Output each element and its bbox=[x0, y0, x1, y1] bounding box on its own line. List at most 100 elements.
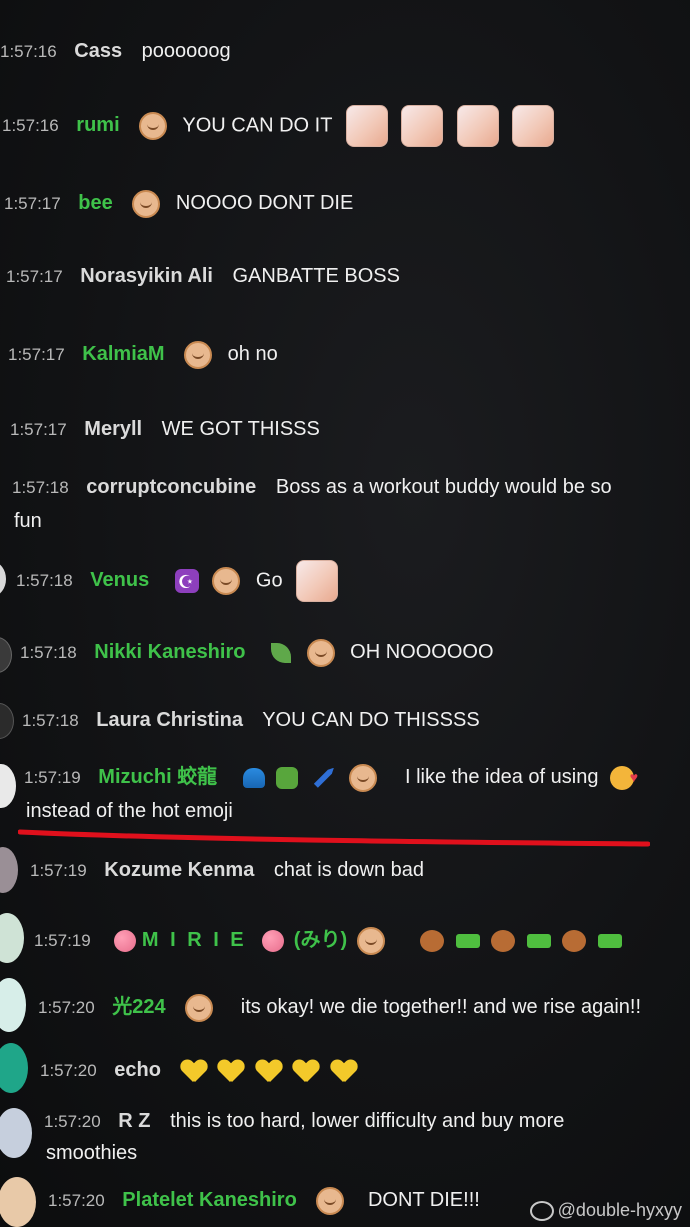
timestamp: 1:57:18 bbox=[20, 643, 77, 662]
author-name-suffix: (みり) bbox=[293, 929, 348, 951]
author-name[interactable]: bee bbox=[78, 192, 112, 214]
timestamp: 1:57:18 bbox=[22, 711, 79, 730]
message-text: Go bbox=[255, 569, 283, 592]
timestamp: 1:57:17 bbox=[8, 345, 65, 364]
avatar[interactable] bbox=[0, 764, 16, 808]
timestamp: 1:57:20 bbox=[48, 1191, 105, 1210]
timestamp: 1:57:20 bbox=[40, 1061, 97, 1080]
message-text-continued: fun bbox=[14, 510, 42, 532]
yellow-heart-icon bbox=[331, 1060, 357, 1082]
timestamp: 1:57:17 bbox=[10, 420, 67, 439]
timestamp: 1:57:17 bbox=[4, 194, 61, 213]
member-badge-icon bbox=[139, 112, 168, 140]
wave-icon bbox=[242, 767, 265, 788]
author-name[interactable]: echo bbox=[114, 1059, 161, 1081]
message-text: DONT DIE!!! bbox=[367, 1189, 480, 1211]
crescent-moon-icon bbox=[174, 565, 199, 599]
yellow-heart-icon bbox=[256, 1060, 282, 1082]
message-text: poooooog bbox=[141, 40, 231, 62]
yellow-heart-icon bbox=[293, 1060, 319, 1082]
avatar[interactable] bbox=[0, 637, 12, 673]
author-name[interactable]: rumi bbox=[76, 114, 119, 136]
live-chat-feed: 1:57:16 Cass poooooog 1:57:16 rumi YOU C… bbox=[0, 0, 690, 1227]
water-gun-icon bbox=[526, 933, 551, 948]
member-badge-icon bbox=[356, 926, 385, 955]
message-text: WE GOT THISSS bbox=[161, 418, 320, 440]
timestamp: 1:57:19 bbox=[24, 768, 81, 787]
message-text: chat is down bad bbox=[273, 859, 424, 881]
member-badge-icon bbox=[132, 189, 161, 218]
member-badge-icon bbox=[316, 1186, 345, 1215]
avatar[interactable] bbox=[0, 913, 24, 963]
message-text: NOOOO DONT DIE bbox=[175, 192, 354, 214]
member-badge-icon bbox=[349, 763, 378, 792]
avatar[interactable] bbox=[0, 1043, 28, 1093]
message-text-continued: instead of the hot emoji bbox=[26, 800, 233, 822]
watermark-text: @double-hyxyy bbox=[557, 1199, 682, 1220]
avatar[interactable] bbox=[0, 1177, 36, 1227]
avatar[interactable] bbox=[0, 978, 26, 1032]
emote-icon bbox=[456, 105, 499, 147]
timestamp: 1:57:20 bbox=[38, 998, 95, 1017]
message-text: Boss as a workout buddy would be so bbox=[275, 476, 612, 498]
bear-icon bbox=[420, 929, 445, 952]
author-name[interactable]: KalmiaM bbox=[82, 343, 164, 365]
author-name[interactable]: M I R I E bbox=[142, 929, 247, 951]
timestamp: 1:57:19 bbox=[30, 861, 87, 880]
message-text: its okay! we die together!! and we rise … bbox=[240, 996, 642, 1018]
timestamp: 1:57:18 bbox=[12, 478, 69, 497]
author-name[interactable]: Kozume Kenma bbox=[104, 859, 254, 881]
dango-icon bbox=[114, 929, 137, 952]
author-name[interactable]: 光224 bbox=[112, 996, 165, 1018]
message-text: GANBATTE BOSS bbox=[232, 265, 400, 287]
message-text: I like the idea of using bbox=[405, 766, 599, 788]
member-badge-icon bbox=[212, 567, 241, 595]
dango-icon bbox=[262, 929, 285, 952]
member-badge-icon bbox=[185, 993, 214, 1022]
message-text: YOU CAN DO THISSSS bbox=[262, 709, 480, 731]
emote-icon bbox=[401, 105, 444, 147]
water-gun-icon bbox=[598, 933, 623, 948]
timestamp: 1:57:16 bbox=[2, 116, 59, 136]
watermark: @double-hyxyy bbox=[529, 1199, 682, 1221]
herb-icon bbox=[271, 642, 292, 663]
message-text-continued: smoothies bbox=[46, 1142, 138, 1164]
avatar[interactable] bbox=[0, 1108, 32, 1158]
member-badge-icon bbox=[306, 638, 335, 667]
author-name[interactable]: Venus bbox=[90, 569, 149, 591]
author-name[interactable]: Laura Christina bbox=[96, 709, 243, 731]
author-name[interactable]: Norasyikin Ali bbox=[80, 265, 213, 287]
weibo-logo-icon bbox=[529, 1201, 554, 1221]
message-text: YOU CAN DO IT bbox=[182, 114, 333, 137]
wrench-icon bbox=[313, 767, 334, 788]
author-name[interactable]: R Z bbox=[118, 1110, 150, 1132]
author-name[interactable]: Meryll bbox=[84, 418, 142, 440]
timestamp: 1:57:18 bbox=[16, 571, 73, 591]
avatar[interactable] bbox=[0, 847, 18, 893]
author-name[interactable]: corruptconcubine bbox=[86, 476, 256, 498]
timestamp: 1:57:19 bbox=[34, 931, 91, 950]
message-text: oh no bbox=[227, 343, 278, 365]
emote-icon bbox=[345, 105, 388, 147]
author-name[interactable]: Platelet Kaneshiro bbox=[122, 1189, 297, 1211]
bear-icon bbox=[562, 929, 587, 952]
message-text: OH NOOOOOO bbox=[350, 641, 494, 663]
avatar[interactable] bbox=[0, 703, 14, 739]
timestamp: 1:57:20 bbox=[44, 1112, 101, 1131]
author-name[interactable]: Mizuchi 蛟龍 bbox=[98, 766, 217, 788]
red-underline-annotation bbox=[18, 829, 650, 847]
emote-icon bbox=[296, 560, 339, 602]
author-name[interactable]: Cass bbox=[74, 40, 122, 62]
member-badge-icon bbox=[184, 340, 213, 369]
yellow-heart-icon bbox=[181, 1060, 207, 1082]
kiss-face-icon bbox=[610, 760, 638, 794]
bear-icon bbox=[491, 929, 516, 952]
yellow-heart-icon bbox=[218, 1060, 244, 1082]
emote-icon bbox=[512, 105, 555, 147]
water-gun-icon bbox=[455, 933, 480, 948]
author-name[interactable]: Nikki Kaneshiro bbox=[94, 641, 245, 663]
timestamp: 1:57:17 bbox=[6, 267, 63, 286]
message-text: this is too hard, lower difficulty and b… bbox=[170, 1110, 565, 1132]
avatar[interactable] bbox=[0, 562, 6, 596]
ogre-icon bbox=[276, 766, 299, 789]
